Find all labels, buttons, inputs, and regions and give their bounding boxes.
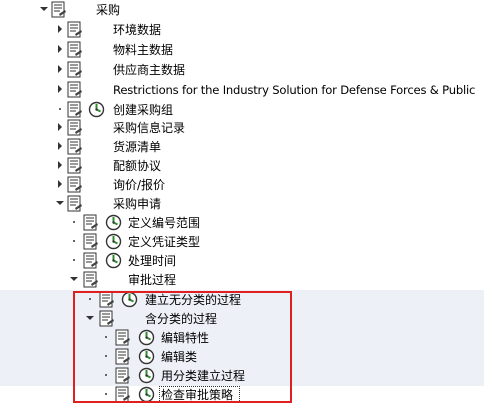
expand-icon[interactable] <box>56 25 64 33</box>
expand-icon[interactable] <box>56 180 64 188</box>
execute-clock-icon[interactable] <box>105 214 122 231</box>
tree-node-label: 供应商主数据 <box>113 63 186 77</box>
tree-node-label: 创建采购组 <box>113 103 174 117</box>
img-tree: 采购 环境数据 物料主数据 供应商主数据 Restrictions for th… <box>0 0 484 404</box>
expand-icon[interactable] <box>56 161 64 169</box>
document-icon <box>66 61 84 79</box>
execute-clock-icon[interactable] <box>105 233 122 250</box>
document-icon <box>66 41 84 59</box>
tree-node-define-document-types[interactable]: 定义凭证类型 <box>0 232 484 252</box>
tree-node-purchasing-info-record[interactable]: 采购信息记录 <box>0 118 484 138</box>
tree-node-label: 环境数据 <box>113 23 162 37</box>
tree-node-label: 定义编号范围 <box>128 216 201 230</box>
tree-node-label: 询价/报价 <box>113 178 166 192</box>
tree-node-environment-data[interactable]: 环境数据 <box>0 20 484 40</box>
expand-icon[interactable] <box>56 65 64 73</box>
tree-node-label: 定义凭证类型 <box>128 235 201 249</box>
expand-icon[interactable] <box>56 123 64 131</box>
document-icon <box>82 214 100 232</box>
tree-node-label: 物料主数据 <box>113 43 174 57</box>
expand-icon[interactable] <box>56 85 64 93</box>
collapse-icon[interactable] <box>56 199 64 207</box>
tree-node-label: 审批过程 <box>128 273 177 287</box>
document-icon <box>82 271 100 289</box>
leaf-bullet-icon <box>70 218 78 226</box>
document-icon <box>66 138 84 156</box>
leaf-bullet-icon <box>70 256 78 264</box>
tree-node-restrictions-defense[interactable]: Restrictions for the Industry Solution f… <box>0 80 484 100</box>
tree-node-processing-time[interactable]: 处理时间 <box>0 251 484 271</box>
tree-node-quota-arrangement[interactable]: 配额协议 <box>0 156 484 176</box>
tree-node-source-list[interactable]: 货源清单 <box>0 137 484 157</box>
execute-clock-icon[interactable] <box>105 252 122 269</box>
collapse-icon[interactable] <box>70 275 78 283</box>
tree-node-label: 采购 <box>96 3 121 17</box>
tree-node-label: 货源清单 <box>113 140 162 154</box>
tree-node-vendor-master[interactable]: 供应商主数据 <box>0 60 484 80</box>
document-icon <box>66 157 84 175</box>
tree-node-rfq-quotation[interactable]: 询价/报价 <box>0 175 484 195</box>
tree-node-material-master[interactable]: 物料主数据 <box>0 40 484 60</box>
tree-node-purchasing[interactable]: 采购 <box>0 0 484 20</box>
execute-clock-icon[interactable] <box>88 101 105 118</box>
document-icon <box>66 176 84 194</box>
tree-node-label: 处理时间 <box>128 254 177 268</box>
leaf-bullet-icon <box>56 105 64 113</box>
document-icon <box>66 21 84 39</box>
document-icon <box>82 233 100 251</box>
expand-icon[interactable] <box>56 45 64 53</box>
document-icon <box>50 1 68 19</box>
tree-node-release-procedure[interactable]: 审批过程 <box>0 270 484 290</box>
document-icon <box>66 119 84 137</box>
document-icon <box>66 81 84 99</box>
document-icon <box>82 252 100 270</box>
document-icon <box>66 101 84 119</box>
tree-node-label: 采购信息记录 <box>113 121 186 135</box>
tree-node-label: 采购申请 <box>113 197 162 211</box>
tree-node-purchase-requisition[interactable]: 采购申请 <box>0 194 484 214</box>
collapse-icon[interactable] <box>40 5 48 13</box>
tree-node-define-number-ranges[interactable]: 定义编号范围 <box>0 213 484 233</box>
tree-node-create-purchasing-group[interactable]: 创建采购组 <box>0 100 484 120</box>
tree-node-label: 配额协议 <box>113 159 162 173</box>
tree-node-label: Restrictions for the Industry Solution f… <box>113 83 476 97</box>
document-icon <box>66 195 84 213</box>
highlight-frame <box>73 291 292 403</box>
leaf-bullet-icon <box>70 237 78 245</box>
expand-icon[interactable] <box>56 142 64 150</box>
